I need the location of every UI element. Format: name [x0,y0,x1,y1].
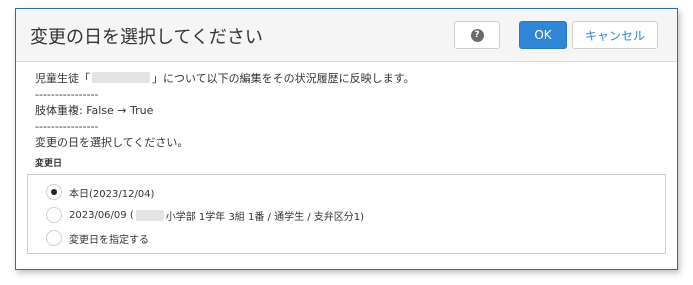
dialog-header: 変更の日を選択してください ? OK キャンセル [16,9,677,62]
message-line-student: 児童生徒「 」について以下の編集をその状況履歴に反映します。 [35,71,659,87]
radio-today[interactable] [46,184,62,200]
cancel-button[interactable]: キャンセル [572,21,658,49]
dialog-body: 児童生徒「 」について以下の編集をその状況履歴に反映します。 ----------… [35,71,659,171]
change-date-dialog: 変更の日を選択してください ? OK キャンセル 児童生徒「 」について以下の編集… [15,8,678,270]
separator-bottom: ---------------- [35,120,99,133]
instruction-text: 変更の日を選択してください。 [35,136,189,149]
option-specify-label: 変更日を指定する [69,234,149,246]
radio-specify-date[interactable] [46,230,62,246]
dialog-title: 変更の日を選択してください [30,27,263,48]
change-description: 肢体重複: False → True [35,104,154,117]
redacted-school-name [135,209,164,221]
ok-button[interactable]: OK [519,21,567,49]
separator-top: ---------------- [35,88,99,101]
message-prefix: 児童生徒「 [35,72,90,85]
radio-previous-record[interactable] [46,207,62,223]
option-specify-date[interactable]: 変更日を指定する [46,229,149,247]
redacted-student-name [92,72,150,83]
option-previous-record[interactable]: 2023/06/09 ( 小学部 1学年 3組 1番 / 通学生 / 支弁区分1… [46,206,364,224]
option-today[interactable]: 本日(2023/12/04) [46,183,154,201]
option-previous-label-suffix: 小学部 1学年 3組 1番 / 通学生 / 支弁区分1) [165,211,365,223]
option-previous-label-prefix: 2023/06/09 ( [69,209,134,221]
change-date-options: 本日(2023/12/04) 2023/06/09 ( 小学部 1学年 3組 1… [27,174,666,254]
change-date-label: 変更日 [35,159,63,169]
option-today-label: 本日(2023/12/04) [69,188,155,200]
help-button[interactable]: ? [454,21,500,49]
message-suffix: 」について以下の編集をその状況履歴に反映します。 [152,72,415,85]
question-icon: ? [470,28,484,42]
